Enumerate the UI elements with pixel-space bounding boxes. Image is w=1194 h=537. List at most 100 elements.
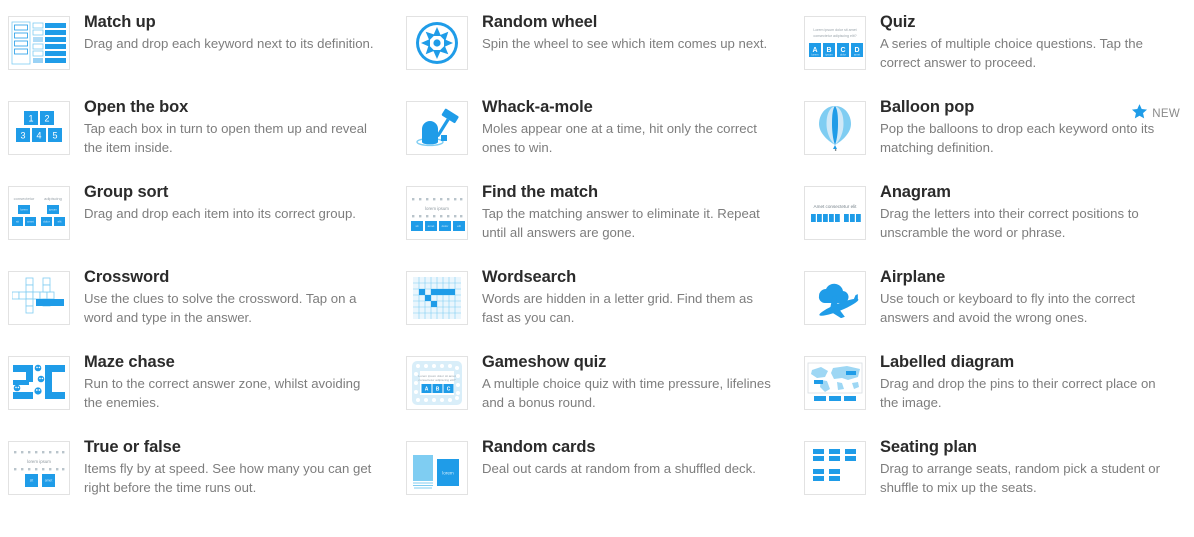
- template-grid: Match up Drag and drop each keyword next…: [0, 0, 1194, 520]
- card-body: Random cards Deal out cards at random fr…: [482, 435, 784, 479]
- template-card-crossword[interactable]: Crossword Use the clues to solve the cro…: [0, 265, 398, 350]
- template-card-random-cards[interactable]: lorem Random cards Deal out cards at ran…: [398, 435, 796, 520]
- card-body: Anagram Drag the letters into their corr…: [880, 180, 1182, 242]
- template-card-group-sort[interactable]: consectetur adipiscing lorem sit amet ipsu…: [0, 180, 398, 265]
- template-card-quiz[interactable]: Lorem ipsum dolor sit amet consectetur a…: [796, 10, 1194, 95]
- template-card-airplane[interactable]: Airplane Use touch or keyboard to fly in…: [796, 265, 1194, 350]
- card-description: Tap the matching answer to eliminate it.…: [482, 206, 760, 240]
- card-title: Match up: [84, 13, 156, 31]
- svg-text:dolor: dolor: [840, 53, 846, 57]
- card-body: Gameshow quiz A multiple choice quiz wit…: [482, 350, 784, 412]
- card-body: Labelled diagram Drag and drop the pins …: [880, 350, 1182, 412]
- card-title: Maze chase: [84, 353, 175, 371]
- svg-text:4: 4: [36, 131, 41, 141]
- svg-text:lorem: lorem: [442, 471, 454, 476]
- svg-text:elit: elit: [58, 220, 62, 224]
- labelled-diagram-icon[interactable]: [804, 356, 866, 410]
- wordsearch-icon[interactable]: [406, 271, 468, 325]
- card-title: Seating plan: [880, 438, 977, 456]
- card-description: Drag and drop each item into its correct…: [84, 206, 356, 221]
- svg-text:adipiscing: adipiscing: [44, 196, 62, 201]
- card-title: Wordsearch: [482, 268, 577, 286]
- template-card-find-the-match[interactable]: lorem ipsum sit amet dolor elit Find the ma…: [398, 180, 796, 265]
- card-title: Open the box: [84, 98, 189, 116]
- seating-plan-icon[interactable]: [804, 441, 866, 495]
- card-body: Random wheel Spin the wheel to see which…: [482, 10, 784, 54]
- svg-text:ipsum: ipsum: [49, 208, 58, 212]
- card-title: Quiz: [880, 13, 916, 31]
- card-title: Labelled diagram: [880, 353, 1015, 371]
- card-description: Drag to arrange seats, random pick a stu…: [880, 461, 1161, 495]
- match-up-icon[interactable]: [8, 16, 70, 70]
- card-title: Airplane: [880, 268, 946, 286]
- card-body: Airplane Use touch or keyboard to fly in…: [880, 265, 1182, 327]
- template-card-gameshow-quiz[interactable]: Lorem ipsum dolor sit amet consectetur a…: [398, 350, 796, 435]
- svg-text:consectetur adipiscing elit?: consectetur adipiscing elit?: [418, 378, 455, 382]
- card-title: Crossword: [84, 268, 170, 286]
- svg-text:amet: amet: [854, 53, 860, 57]
- template-card-maze-chase[interactable]: Maze chase Run to the correct answer zon…: [0, 350, 398, 435]
- card-description: Deal out cards at random from a shuffled…: [482, 461, 756, 476]
- card-body: Maze chase Run to the correct answer zon…: [84, 350, 386, 412]
- true-or-false-icon[interactable]: lorem ipsum sit amet: [8, 441, 70, 495]
- card-description: Pop the balloons to drop each keyword on…: [880, 121, 1155, 155]
- card-body: Open the box Tap each box in turn to ope…: [84, 95, 386, 157]
- svg-text:amet: amet: [27, 220, 34, 224]
- card-description: Use the clues to solve the crossword. Ta…: [84, 291, 357, 325]
- new-badge: NEW: [1131, 103, 1180, 125]
- template-card-balloon-pop[interactable]: Balloon pop Pop the balloons to drop eac…: [796, 95, 1194, 180]
- card-body: Wordsearch Words are hidden in a letter …: [482, 265, 784, 327]
- maze-chase-icon[interactable]: [8, 356, 70, 410]
- svg-text:5: 5: [52, 131, 57, 141]
- random-cards-icon[interactable]: lorem: [406, 441, 468, 495]
- airplane-icon[interactable]: [804, 271, 866, 325]
- template-card-wordsearch[interactable]: Wordsearch Words are hidden in a letter …: [398, 265, 796, 350]
- card-title: Group sort: [84, 183, 169, 201]
- svg-text:B: B: [436, 386, 440, 392]
- card-title: Random cards: [482, 438, 596, 456]
- svg-text:lorem ipsum: lorem ipsum: [27, 459, 51, 464]
- template-card-random-wheel[interactable]: Random wheel Spin the wheel to see which…: [398, 10, 796, 95]
- card-body: Quiz A series of multiple choice questio…: [880, 10, 1182, 72]
- svg-text:C: C: [447, 386, 451, 392]
- svg-text:Lorem ipsum dolor sit amet: Lorem ipsum dolor sit amet: [813, 28, 856, 32]
- template-card-anagram[interactable]: Amet consectetur elit Anagram Drag the l…: [796, 180, 1194, 265]
- svg-text:dolor: dolor: [43, 220, 50, 224]
- svg-text:lorem ipsum: lorem ipsum: [425, 206, 449, 211]
- svg-text:consectetur adipiscing elit?: consectetur adipiscing elit?: [813, 34, 856, 38]
- quiz-icon[interactable]: Lorem ipsum dolor sit amet consectetur a…: [804, 16, 866, 70]
- card-body: Group sort Drag and drop each item into …: [84, 180, 386, 224]
- gameshow-quiz-icon[interactable]: Lorem ipsum dolor sit amet consectetur a…: [406, 356, 468, 410]
- star-icon: [1131, 103, 1148, 125]
- card-title: Whack-a-mole: [482, 98, 593, 116]
- card-body: Seating plan Drag to arrange seats, rand…: [880, 435, 1182, 497]
- random-wheel-icon[interactable]: [406, 16, 468, 70]
- balloon-pop-icon[interactable]: [804, 101, 866, 155]
- anagram-icon[interactable]: Amet consectetur elit: [804, 186, 866, 240]
- template-card-true-or-false[interactable]: lorem ipsum sit amet True or false Items …: [0, 435, 398, 520]
- whack-a-mole-icon[interactable]: [406, 101, 468, 155]
- template-card-labelled-diagram[interactable]: Labelled diagram Drag and drop the pins …: [796, 350, 1194, 435]
- template-card-open-the-box[interactable]: 1 2 3 4 5 Open the box Tap each box in turn…: [0, 95, 398, 180]
- card-description: Moles appear one at a time, hit only the…: [482, 121, 757, 155]
- card-title: True or false: [84, 438, 181, 456]
- svg-text:2: 2: [44, 114, 49, 124]
- svg-text:elit: elit: [457, 224, 461, 228]
- card-description: Use touch or keyboard to fly into the co…: [880, 291, 1136, 325]
- open-the-box-icon[interactable]: 1 2 3 4 5: [8, 101, 70, 155]
- card-title: Anagram: [880, 183, 951, 201]
- svg-text:Amet consectetur elit: Amet consectetur elit: [814, 204, 858, 209]
- template-card-match-up[interactable]: Match up Drag and drop each keyword next…: [0, 10, 398, 95]
- crossword-icon[interactable]: [8, 271, 70, 325]
- find-the-match-icon[interactable]: lorem ipsum sit amet dolor elit: [406, 186, 468, 240]
- card-description: Tap each box in turn to open them up and…: [84, 121, 367, 155]
- group-sort-icon[interactable]: consectetur adipiscing lorem sit amet ipsu…: [8, 186, 70, 240]
- svg-text:amet: amet: [428, 224, 435, 228]
- card-description: Run to the correct answer zone, whilst a…: [84, 376, 361, 410]
- template-card-seating-plan[interactable]: Seating plan Drag to arrange seats, rand…: [796, 435, 1194, 520]
- template-card-whack-a-mole[interactable]: Whack-a-mole Moles appear one at a time,…: [398, 95, 796, 180]
- card-body: Find the match Tap the matching answer t…: [482, 180, 784, 242]
- svg-text:ipsum: ipsum: [825, 53, 833, 57]
- card-body: Crossword Use the clues to solve the cro…: [84, 265, 386, 327]
- card-description: Items fly by at speed. See how many you …: [84, 461, 372, 495]
